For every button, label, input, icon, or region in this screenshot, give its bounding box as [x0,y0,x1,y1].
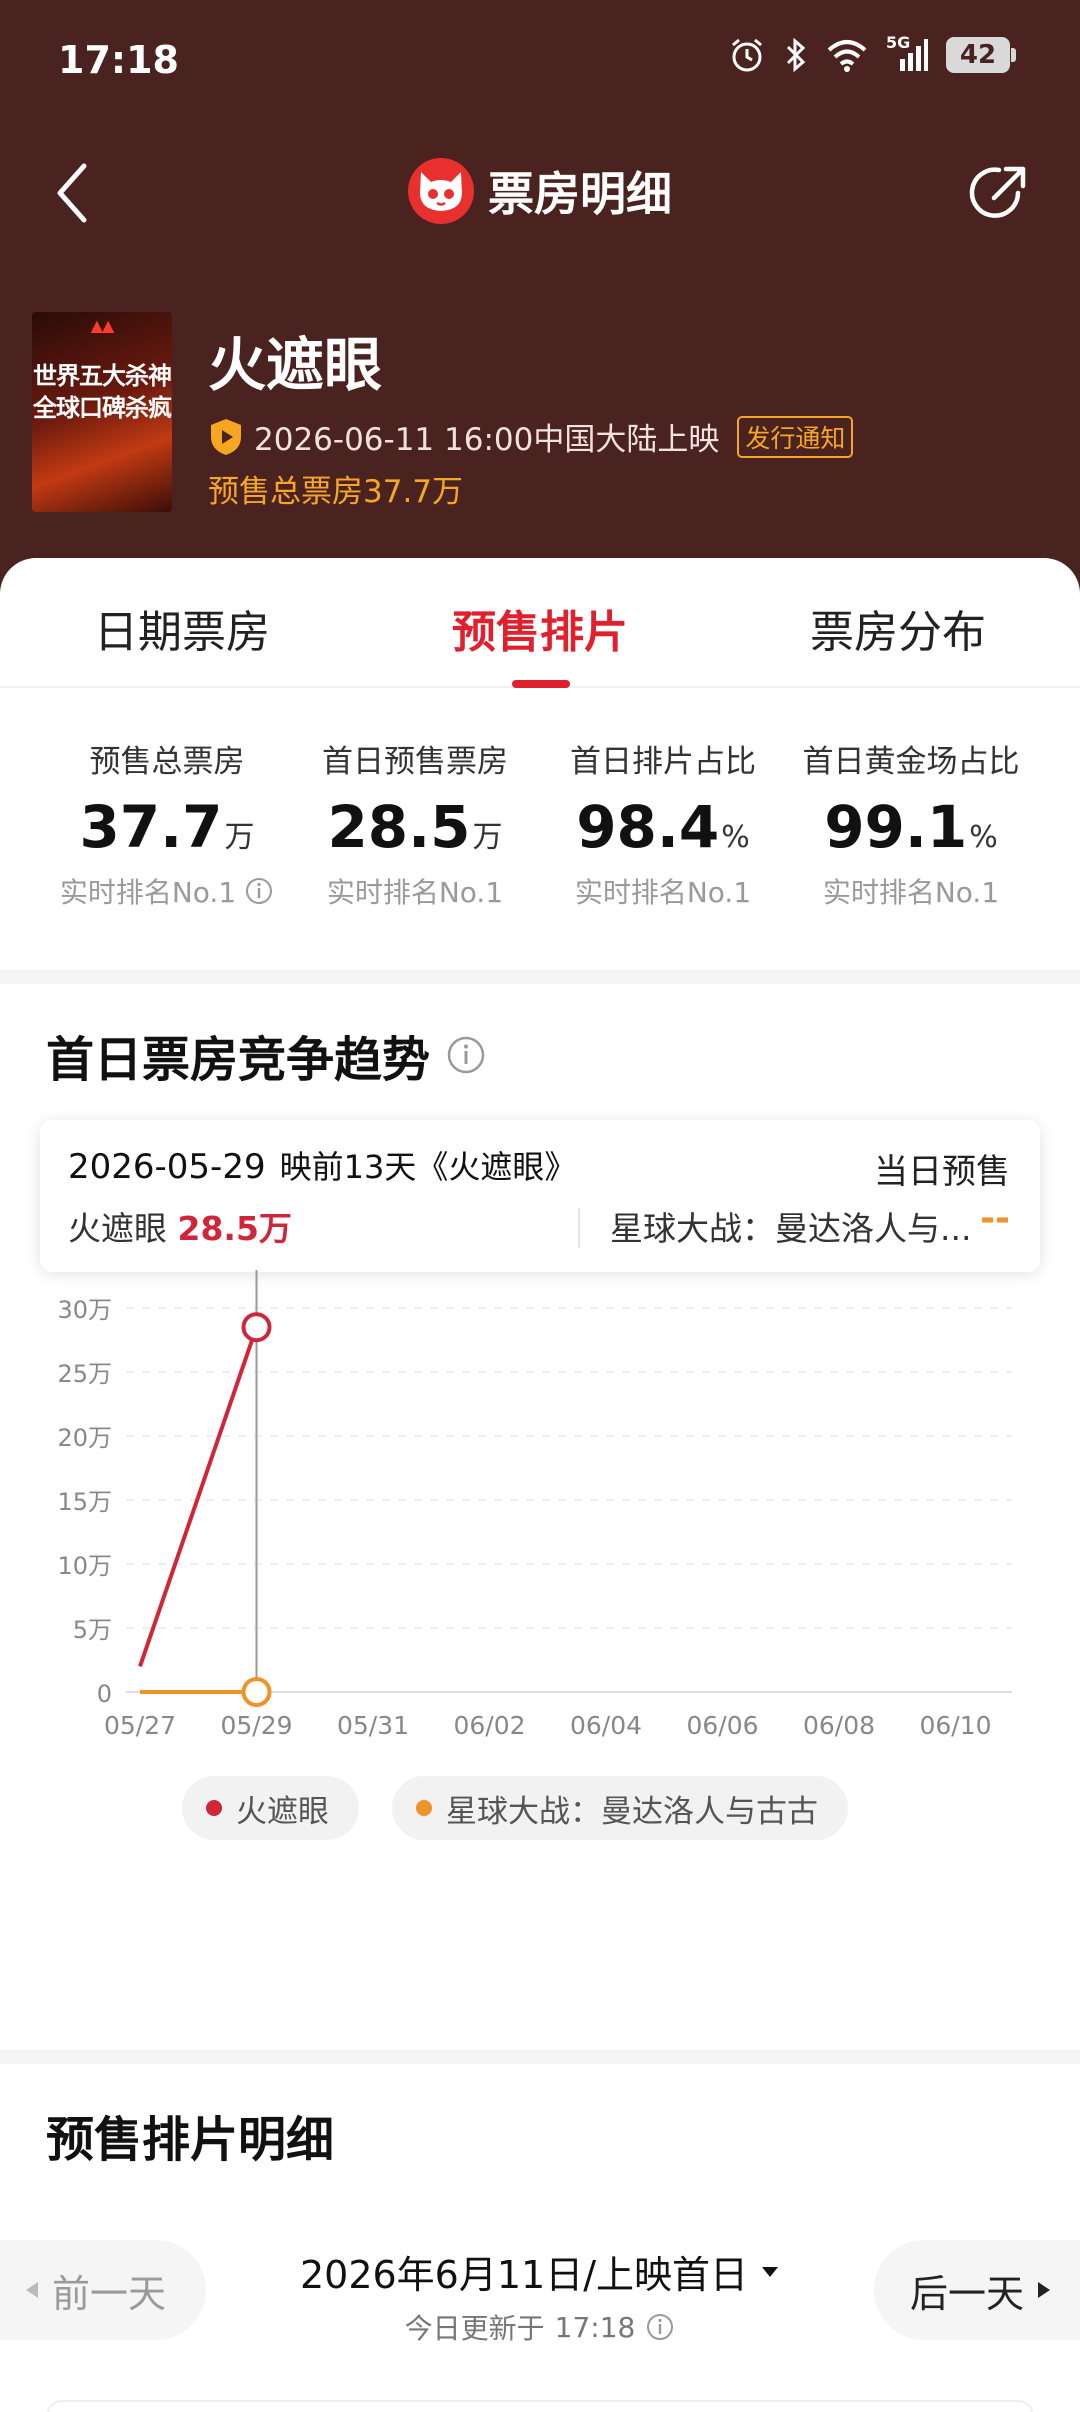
presale-total: 预售总票房37.7万 [208,474,464,510]
tooltip-date: 2026-05-29 映前13天《火遮眼》 [68,1147,577,1187]
poster-mark: ▲▲ [90,316,115,335]
stat-firstday-screening-ratio: 首日排片占比 98.4% 实时排名No.1 [528,736,798,911]
tab-daily-boxoffice[interactable]: 日期票房 [94,596,270,660]
x-tick-label: 06/08 [803,1711,875,1740]
stat-label: 预售总票房 [89,744,245,780]
y-tick-label: 10万 [57,1552,112,1580]
details-table-card [46,2400,1034,2412]
status-time: 17:18 [58,38,179,82]
next-day-button[interactable]: 后一天 [874,2240,1080,2340]
stat-label: 首日黄金场占比 [802,744,1020,780]
tooltip-movie2-value: -- [980,1198,1010,1239]
chart-legend: 火遮眼 星球大战：曼达洛人与古古 [0,1776,1080,1840]
tooltip-movie2-name: 星球大战：曼达洛人与... [610,1209,972,1248]
y-tick-label: 25万 [57,1360,112,1388]
stat-rank: 实时排名No.1 [32,871,302,911]
maoyan-cat-logo-icon [408,158,474,224]
battery-icon: 42 [946,37,1016,73]
legend-label: 星球大战：曼达洛人与古古 [446,1793,818,1830]
tooltip-movie1: 火遮眼 28.5万 [68,1209,292,1248]
movie-poster[interactable]: ▲▲ 世界五大杀神 全球口碑杀疯 [32,312,172,512]
shield-play-icon [211,418,241,455]
details-section-title: 预售排片明细 [46,2112,335,2168]
legend-dot [416,1800,432,1816]
tab-bar: 日期票房 预售排片 票房分布 [0,558,1080,688]
info-icon[interactable] [645,2312,675,2342]
series-point-2 [241,1677,272,1707]
x-tick-label: 05/29 [220,1711,292,1740]
alarm-icon [732,38,762,72]
info-icon[interactable] [244,876,274,906]
stat-rank: 实时排名No.1 [574,876,752,909]
status-bar: 17:18 5G 42 [0,0,1080,120]
nav-title-group: 票房明细 [0,158,1080,224]
page-title: 票房明细 [488,167,672,221]
stat-firstday-golden-ratio: 首日黄金场占比 99.1% 实时排名No.1 [776,736,1046,911]
stat-label: 首日预售票房 [322,744,508,780]
legend-item-movie1[interactable]: 火遮眼 [182,1776,359,1840]
poster-line-2: 全球口碑杀疯 [33,394,172,422]
stat-presale-total: 预售总票房 37.7万 实时排名No.1 [32,736,302,911]
series-line-1 [138,1326,259,1668]
release-text: 2026-06-11 16:00中国大陆上映 [254,422,720,458]
x-tick-label: 06/10 [919,1711,991,1740]
x-tick-label: 05/27 [104,1711,176,1740]
y-tick-label: 30万 [57,1296,112,1324]
status-icons: 5G 42 [728,33,1016,74]
header: 17:18 5G 42 票房明细 ▲▲ 世界五大杀神 全球口碑杀疯 火遮眼 20… [0,0,1080,600]
stat-value: 37.7万 [79,793,255,861]
signal-icon: 5G [886,33,928,73]
tab-boxoffice-distribution[interactable]: 票房分布 [810,596,986,660]
stat-label: 首日排片占比 [570,744,756,780]
bluetooth-icon [786,37,806,73]
stat-value: 28.5万 [327,793,503,861]
chart-tooltip: 2026-05-29 映前13天《火遮眼》 当日预售 火遮眼 28.5万 星球大战… [40,1120,1040,1272]
share-icon[interactable] [966,160,1032,226]
date-navigator: 前一天 2026年6月11日/上映首日 今日更新于 17:18 后一天 [0,2236,1080,2346]
stat-rank: 实时排名No.1 [326,876,504,909]
y-tick-label: 5万 [73,1616,112,1644]
release-info: 2026-06-11 16:00中国大陆上映 发行通知 [208,414,854,459]
info-icon[interactable] [446,1035,486,1075]
active-tab-indicator [512,680,570,688]
poster-line-1: 世界五大杀神 [33,362,172,390]
y-tick-label: 0 [97,1680,112,1708]
legend-dot [206,1800,222,1816]
x-tick-label: 06/04 [570,1711,642,1740]
section-divider [0,970,1080,984]
y-tick-label: 20万 [57,1424,112,1452]
legend-label: 火遮眼 [236,1793,329,1830]
section-divider [0,2050,1080,2064]
tab-presale-schedule[interactable]: 预售排片 [452,596,628,660]
series-point-1 [241,1312,272,1343]
stat-firstday-presale: 首日预售票房 28.5万 实时排名No.1 [280,736,550,911]
stats-row: 预售总票房 37.7万 实时排名No.1 首日预售票房 28.5万 实时排名No… [0,736,1080,909]
y-tick-label: 15万 [57,1488,112,1516]
stat-value: 98.4% [576,793,750,861]
x-tick-label: 06/06 [686,1711,758,1740]
x-tick-label: 06/02 [453,1711,525,1740]
movie-title: 火遮眼 [208,331,383,399]
caret-down-icon [762,2266,779,2277]
triangle-right-icon [1038,2282,1051,2298]
stat-value: 99.1% [824,793,998,861]
date-label[interactable]: 2026年6月11日/上映首日 [300,2244,780,2299]
tooltip-divider [578,1208,580,1248]
x-tick-label: 05/31 [337,1711,409,1740]
trend-section-title: 首日票房竞争趋势 [46,1020,486,1090]
release-notice-badge[interactable]: 发行通知 [737,415,854,458]
trend-line-chart[interactable]: 0 5万 10万 15万 20万 25万 30万 05/27 05/29 05/31 06/02 06… [0,1270,1080,1760]
stat-rank: 实时排名No.1 [822,876,1000,909]
legend-item-movie2[interactable]: 星球大战：曼达洛人与古古 [392,1776,848,1840]
wifi-icon [827,40,867,72]
tooltip-type: 当日预售 [874,1152,1010,1192]
